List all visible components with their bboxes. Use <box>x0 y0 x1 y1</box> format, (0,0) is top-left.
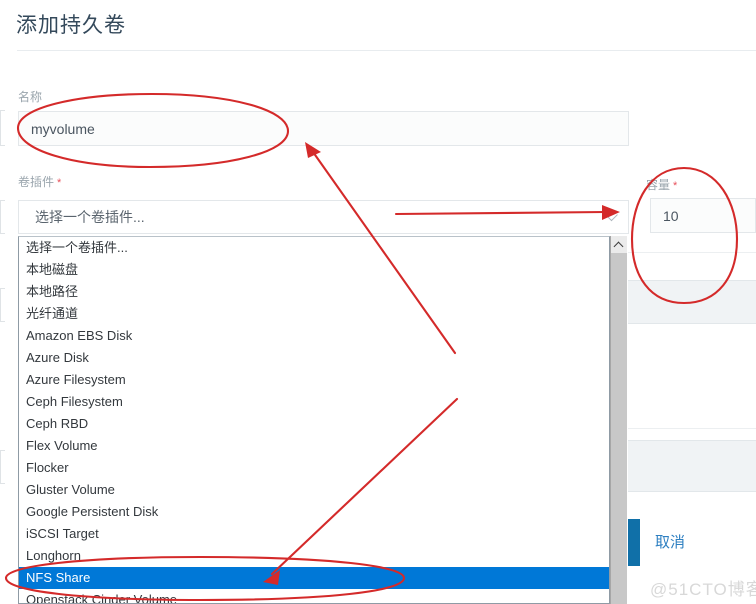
volume-plugin-selected-text: 选择一个卷插件... <box>35 209 145 225</box>
volume-plugin-dropdown[interactable]: 选择一个卷插件... 本地磁盘 本地路径 光纤通道 Amazon EBS Disk Azu… <box>18 236 610 604</box>
dropdown-option[interactable]: Google Persistent Disk <box>19 501 609 523</box>
dropdown-option[interactable]: Ceph RBD <box>19 413 609 435</box>
dropdown-option[interactable]: Gluster Volume <box>19 479 609 501</box>
volume-plugin-select[interactable]: 选择一个卷插件... <box>18 200 629 234</box>
panel-edge-stub-extra1 <box>0 288 5 322</box>
volume-plugin-required-star: * <box>57 177 62 189</box>
capacity-required-star: * <box>673 180 678 192</box>
dropdown-option[interactable]: 本地路径 <box>19 281 609 303</box>
dropdown-option[interactable]: Openstack Cinder Volume <box>19 589 609 603</box>
capacity-input[interactable]: 10 <box>650 198 756 233</box>
name-field-label: 名称 <box>18 90 43 104</box>
right-rule-2 <box>628 428 756 429</box>
capacity-input-value: 10 <box>663 207 679 224</box>
dropdown-option[interactable]: Flex Volume <box>19 435 609 457</box>
dropdown-option[interactable]: Ceph Filesystem <box>19 391 609 413</box>
name-input-value: myvolume <box>31 120 95 137</box>
dropdown-option[interactable]: 本地磁盘 <box>19 259 609 281</box>
title-divider <box>17 50 756 51</box>
chevron-down-icon <box>607 210 618 221</box>
right-empty-field-1[interactable] <box>628 280 756 324</box>
chevron-up-icon[interactable] <box>611 236 627 253</box>
dropdown-option[interactable]: 光纤通道 <box>19 303 609 325</box>
right-rule-1 <box>628 252 756 253</box>
dropdown-scrollbar[interactable] <box>610 236 627 604</box>
dropdown-option[interactable]: Azure Disk <box>19 347 609 369</box>
panel-edge-stub-extra2 <box>0 450 5 484</box>
panel-edge-stub-name <box>0 110 5 146</box>
page-title: 添加持久卷 <box>16 14 126 37</box>
volume-plugin-label-text: 卷插件 <box>18 175 55 189</box>
add-persistent-volume-dialog: 添加持久卷 名称 myvolume 卷插件 * 选择一个卷插件... 容量 * 10… <box>0 0 756 604</box>
capacity-label: 容量 * <box>646 176 677 193</box>
dropdown-option[interactable]: Longhorn <box>19 545 609 567</box>
panel-edge-stub-plugin <box>0 200 5 234</box>
watermark: @51CTO博客 <box>650 580 756 599</box>
right-empty-field-2[interactable] <box>628 440 756 492</box>
name-input[interactable]: myvolume <box>18 111 629 146</box>
dropdown-option[interactable]: Flocker <box>19 457 609 479</box>
dropdown-option[interactable]: iSCSI Target <box>19 523 609 545</box>
volume-plugin-label: 卷插件 * <box>18 173 61 190</box>
dropdown-option[interactable]: Azure Filesystem <box>19 369 609 391</box>
dropdown-option[interactable]: 选择一个卷插件... <box>19 237 609 259</box>
capacity-label-text: 容量 <box>646 178 671 192</box>
submit-button[interactable] <box>628 519 640 566</box>
cancel-button[interactable]: 取消 <box>655 531 685 552</box>
dropdown-option[interactable]: Amazon EBS Disk <box>19 325 609 347</box>
dropdown-option[interactable]: NFS Share <box>19 567 609 589</box>
